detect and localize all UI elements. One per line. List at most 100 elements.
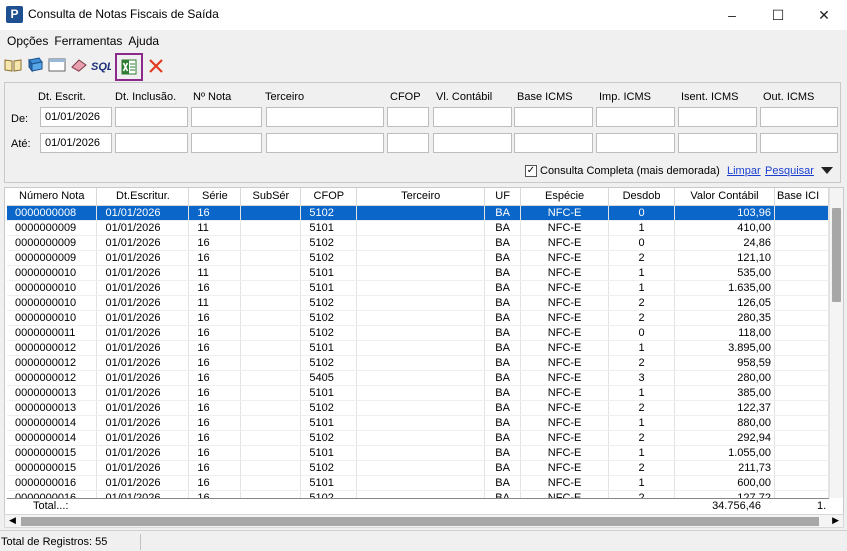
horizontal-scroll-thumb[interactable] xyxy=(21,517,819,526)
sql-icon[interactable]: SQL xyxy=(89,54,113,78)
cell-terceiro xyxy=(356,490,486,498)
clear-link[interactable]: Limpar xyxy=(727,165,761,177)
vertical-scrollbar[interactable] xyxy=(829,188,843,498)
cell-desdob: 1 xyxy=(608,340,675,356)
table-body: 0000000008 01/01/2026 16 5102 BA NFC-E 0 103,96… xyxy=(7,205,829,498)
cell-subser xyxy=(240,250,302,266)
table-row[interactable]: 0000000008 01/01/2026 16 5102 BA NFC-E 0 103,96 xyxy=(7,205,829,221)
column-desdob[interactable]: Desdob xyxy=(608,188,675,206)
to-dt-escrit-input[interactable]: 01/01/2026 xyxy=(40,133,112,153)
scroll-right-icon[interactable]: ▶ xyxy=(832,515,839,526)
menu-ajuda[interactable]: Ajuda xyxy=(125,32,162,50)
cell-subser xyxy=(240,265,302,281)
table-row[interactable]: 0000000012 01/01/2026 16 5102 BA NFC-E 2 958,59 xyxy=(7,355,829,371)
close-button[interactable]: ✕ xyxy=(801,0,847,30)
filter-label-cfop: CFOP xyxy=(390,91,421,103)
table-row[interactable]: 0000000014 01/01/2026 16 5102 BA NFC-E 2 292,94 xyxy=(7,430,829,446)
menu-ferramentas[interactable]: Ferramentas xyxy=(51,32,125,50)
column-especie[interactable]: Espécie xyxy=(520,188,610,206)
cancel-x-icon[interactable] xyxy=(145,54,169,78)
cell-numero-nota: 0000000012 xyxy=(7,340,98,356)
to-terceiro-input[interactable] xyxy=(266,133,384,153)
cell-uf: BA xyxy=(484,415,522,431)
maximize-button[interactable]: ☐ xyxy=(755,0,801,30)
cell-serie: 16 xyxy=(188,475,242,491)
to-vl-contabil-input[interactable] xyxy=(433,133,512,153)
results-table: Número Nota Dt.Escritur. Série SubSér CF… xyxy=(7,188,829,498)
to-isent-icms-input[interactable] xyxy=(678,133,757,153)
cell-terceiro xyxy=(356,205,486,221)
to-out-icms-input[interactable] xyxy=(760,133,838,153)
table-row[interactable]: 0000000010 01/01/2026 16 5101 BA NFC-E 1 1.635,… xyxy=(7,280,829,296)
table-row[interactable]: 0000000014 01/01/2026 16 5101 BA NFC-E 1 880,00 xyxy=(7,415,829,431)
filter-panel: Dt. Escrit. Dt. Inclusão. Nº Nota Tercei… xyxy=(4,82,841,183)
to-base-icms-input[interactable] xyxy=(514,133,593,153)
cell-desdob: 0 xyxy=(608,235,675,251)
scroll-left-icon[interactable]: ◀ xyxy=(9,515,16,526)
column-numero-nota[interactable]: Número Nota xyxy=(7,188,98,206)
window-icon[interactable] xyxy=(46,54,70,78)
cell-base-icms xyxy=(774,265,829,281)
cell-serie: 16 xyxy=(188,205,242,221)
column-dt-escritur[interactable]: Dt.Escritur. xyxy=(96,188,190,206)
cell-numero-nota: 0000000010 xyxy=(7,295,98,311)
to-nota-input[interactable] xyxy=(191,133,262,153)
table-row[interactable]: 0000000011 01/01/2026 16 5102 BA NFC-E 0 118,00 xyxy=(7,325,829,341)
vertical-scroll-thumb[interactable] xyxy=(832,208,841,302)
table-row[interactable]: 0000000012 01/01/2026 16 5101 BA NFC-E 1 3.895,… xyxy=(7,340,829,356)
search-link[interactable]: Pesquisar xyxy=(765,165,814,177)
complete-query-checkbox[interactable]: ✓ xyxy=(525,165,537,177)
from-vl-contabil-input[interactable] xyxy=(433,107,512,127)
table-row[interactable]: 0000000013 01/01/2026 16 5102 BA NFC-E 2 122,37 xyxy=(7,400,829,416)
to-imp-icms-input[interactable] xyxy=(596,133,675,153)
cell-base-icms xyxy=(774,430,829,446)
table-row[interactable]: 0000000016 01/01/2026 16 5102 BA NFC-E 2 127,72 xyxy=(7,490,829,498)
from-base-icms-input[interactable] xyxy=(514,107,593,127)
excel-export-button[interactable] xyxy=(115,53,143,81)
triangle-down-icon[interactable] xyxy=(820,166,834,176)
from-imp-icms-input[interactable] xyxy=(596,107,675,127)
column-uf[interactable]: UF xyxy=(484,188,522,206)
table-row[interactable]: 0000000009 01/01/2026 11 5101 BA NFC-E 1 410,00 xyxy=(7,220,829,236)
cell-serie: 16 xyxy=(188,370,242,386)
column-cfop[interactable]: CFOP xyxy=(300,188,358,206)
table-row[interactable]: 0000000010 01/01/2026 11 5102 BA NFC-E 2 126,05 xyxy=(7,295,829,311)
cell-base-icms xyxy=(774,445,829,461)
column-base-icms[interactable]: Base ICI xyxy=(774,188,829,206)
column-serie[interactable]: Série xyxy=(188,188,242,206)
from-nota-input[interactable] xyxy=(191,107,262,127)
cell-base-icms xyxy=(774,235,829,251)
column-valor-contabil[interactable]: Valor Contábil xyxy=(674,188,775,206)
table-row[interactable]: 0000000015 01/01/2026 16 5101 BA NFC-E 1 1.055,… xyxy=(7,445,829,461)
to-dt-inclusao-input[interactable] xyxy=(115,133,188,153)
horizontal-scrollbar[interactable]: ◀ ▶ xyxy=(4,514,844,528)
column-terceiro[interactable]: Terceiro xyxy=(356,188,486,206)
table-row[interactable]: 0000000010 01/01/2026 11 5101 BA NFC-E 1 535,00 xyxy=(7,265,829,281)
from-dt-inclusao-input[interactable] xyxy=(115,107,188,127)
to-cfop-input[interactable] xyxy=(387,133,429,153)
menu-opcoes[interactable]: Opções xyxy=(4,32,51,50)
filter-label-vl-contabil: Vl. Contábil xyxy=(436,91,493,103)
from-isent-icms-input[interactable] xyxy=(678,107,757,127)
cell-uf: BA xyxy=(484,460,522,476)
table-row[interactable]: 0000000010 01/01/2026 16 5102 BA NFC-E 2 280,35 xyxy=(7,310,829,326)
cell-terceiro xyxy=(356,340,486,356)
cell-dt-escritur: 01/01/2026 xyxy=(96,385,190,401)
book-open-icon[interactable] xyxy=(2,54,26,78)
table-row[interactable]: 0000000012 01/01/2026 16 5405 BA NFC-E 3 280,00 xyxy=(7,370,829,386)
from-cfop-input[interactable] xyxy=(387,107,429,127)
minimize-button[interactable]: – xyxy=(709,0,755,30)
table-row[interactable]: 0000000016 01/01/2026 16 5101 BA NFC-E 1 600,00 xyxy=(7,475,829,491)
from-dt-escrit-input[interactable]: 01/01/2026 xyxy=(40,107,112,127)
from-out-icms-input[interactable] xyxy=(760,107,838,127)
table-row[interactable]: 0000000009 01/01/2026 16 5102 BA NFC-E 0 24,86 xyxy=(7,235,829,251)
column-subser[interactable]: SubSér xyxy=(240,188,302,206)
total-row: Total...: 34.756,46 1. xyxy=(7,498,829,512)
cell-desdob: 1 xyxy=(608,385,675,401)
table-row[interactable]: 0000000015 01/01/2026 16 5102 BA NFC-E 2 211,73 xyxy=(7,460,829,476)
book-blue-icon[interactable] xyxy=(24,54,48,78)
from-terceiro-input[interactable] xyxy=(266,107,384,127)
table-row[interactable]: 0000000013 01/01/2026 16 5101 BA NFC-E 1 385,00 xyxy=(7,385,829,401)
table-row[interactable]: 0000000009 01/01/2026 16 5102 BA NFC-E 2 121,10 xyxy=(7,250,829,266)
cell-desdob: 3 xyxy=(608,370,675,386)
